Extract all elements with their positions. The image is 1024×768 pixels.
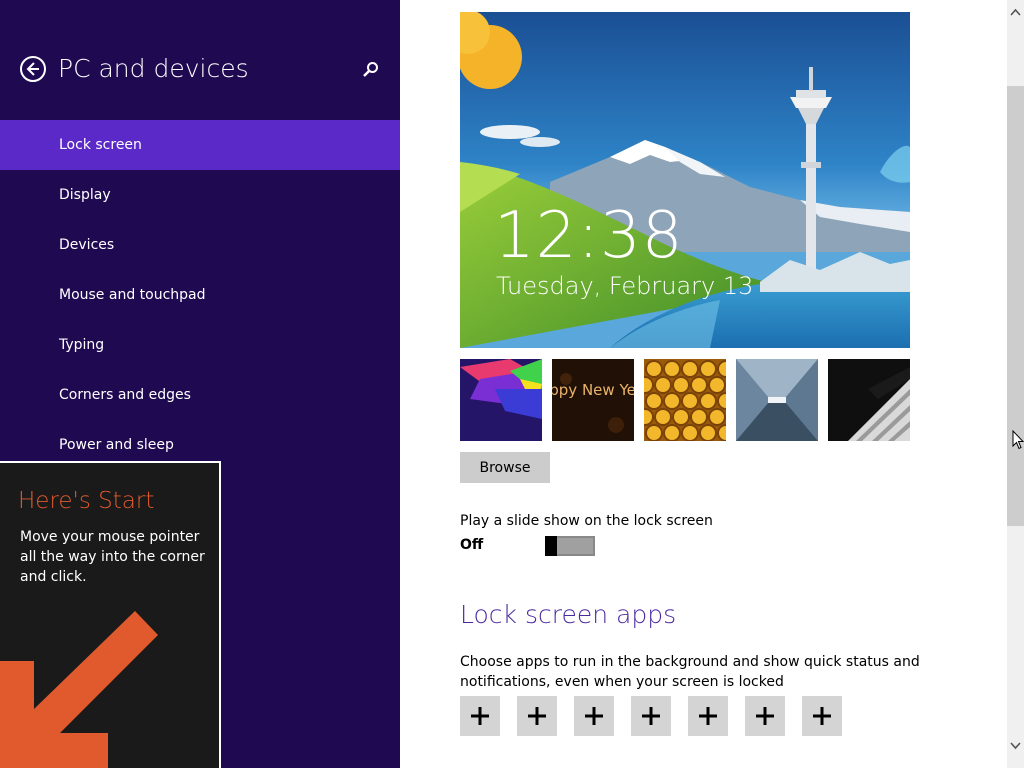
- nav-item-devices[interactable]: Devices: [0, 220, 400, 270]
- page-title: PC and devices: [58, 54, 249, 83]
- lock-screen-apps-description: Choose apps to run in the background and…: [460, 654, 920, 690]
- slideshow-label: Play a slide show on the lock screen: [460, 513, 713, 529]
- mouse-pointer-icon: [1012, 430, 1024, 450]
- tip-body: Move your mouse pointer all the way into…: [20, 529, 205, 585]
- nav-item-lock-screen[interactable]: Lock screen: [0, 120, 400, 170]
- add-lock-screen-app-button[interactable]: [574, 696, 614, 736]
- lock-screen-date: Tuesday, February 13: [496, 272, 754, 300]
- lock-screen-apps-heading: Lock screen apps: [460, 600, 677, 629]
- add-lock-screen-app-button[interactable]: [745, 696, 785, 736]
- scroll-up-arrow-icon[interactable]: [1010, 8, 1021, 16]
- tip-title: Here's Start: [18, 488, 155, 514]
- slideshow-toggle[interactable]: [545, 536, 595, 556]
- add-lock-screen-app-button[interactable]: [517, 696, 557, 736]
- honeycomb-image: [644, 359, 726, 441]
- lock-screen-time: 12:38: [494, 199, 684, 273]
- piano-keys-image: [828, 359, 910, 441]
- plus-icon: [471, 707, 489, 725]
- nav-item-corners-and-edges[interactable]: Corners and edges: [0, 370, 400, 420]
- search-icon[interactable]: [362, 61, 380, 79]
- scroll-down-arrow-icon[interactable]: [1010, 742, 1021, 750]
- add-lock-screen-app-button[interactable]: [460, 696, 500, 736]
- thumbnail-abstract-colors[interactable]: [460, 359, 542, 441]
- back-arrow-icon[interactable]: [20, 56, 46, 82]
- add-lock-screen-app-button[interactable]: [802, 696, 842, 736]
- start-tip-panel[interactable]: Here's Start Move your mouse pointer all…: [0, 461, 221, 768]
- plus-icon: [756, 707, 774, 725]
- toggle-thumb: [545, 536, 557, 556]
- lock-screen-preview: 12:38 Tuesday, February 13: [460, 12, 910, 348]
- tunnel-image: [736, 359, 818, 441]
- browse-button[interactable]: Browse: [460, 452, 550, 483]
- vertical-scrollbar[interactable]: [1007, 0, 1024, 768]
- plus-icon: [642, 707, 660, 725]
- happy-new-year-image: Happy New Year!: [552, 359, 634, 441]
- plus-icon: [813, 707, 831, 725]
- nav-item-typing[interactable]: Typing: [0, 320, 400, 370]
- scrollbar-thumb[interactable]: [1007, 86, 1024, 526]
- thumbnail-piano-keys[interactable]: [828, 359, 910, 441]
- nav-item-mouse-and-touchpad[interactable]: Mouse and touchpad: [0, 270, 400, 320]
- corner-arrow-icon: [0, 611, 158, 768]
- add-lock-screen-app-button[interactable]: [631, 696, 671, 736]
- plus-icon: [699, 707, 717, 725]
- thumbnail-honeycomb[interactable]: [644, 359, 726, 441]
- abstract-colors-image: [460, 359, 542, 441]
- thumbnail-happy-new-year[interactable]: Happy New Year!: [552, 359, 634, 441]
- svg-text:Happy New Year!: Happy New Year!: [552, 381, 634, 399]
- add-lock-screen-app-button[interactable]: [688, 696, 728, 736]
- thumbnail-tunnel[interactable]: [736, 359, 818, 441]
- plus-icon: [528, 707, 546, 725]
- plus-icon: [585, 707, 603, 725]
- slideshow-toggle-state: Off: [460, 537, 484, 553]
- nav-item-display[interactable]: Display: [0, 170, 400, 220]
